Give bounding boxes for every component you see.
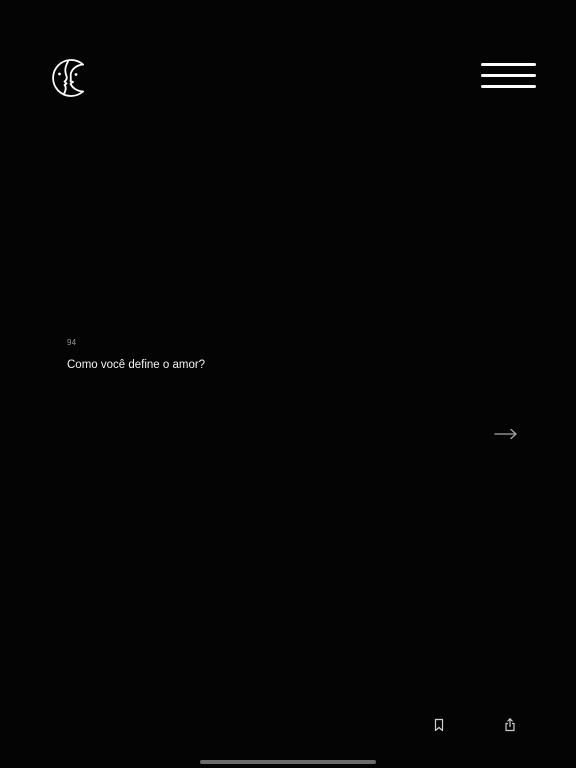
menu-bar — [481, 63, 536, 66]
arrow-right-icon[interactable] — [493, 425, 519, 443]
app-logo-icon — [47, 58, 87, 98]
share-icon[interactable] — [502, 717, 518, 733]
menu-button[interactable] — [481, 62, 537, 92]
home-indicator — [200, 760, 376, 764]
menu-bar — [481, 85, 536, 88]
menu-bar — [481, 74, 536, 77]
question-number: 94 — [67, 338, 77, 347]
bookmark-icon[interactable] — [431, 717, 447, 733]
question-text: Como você define o amor? — [67, 359, 206, 371]
